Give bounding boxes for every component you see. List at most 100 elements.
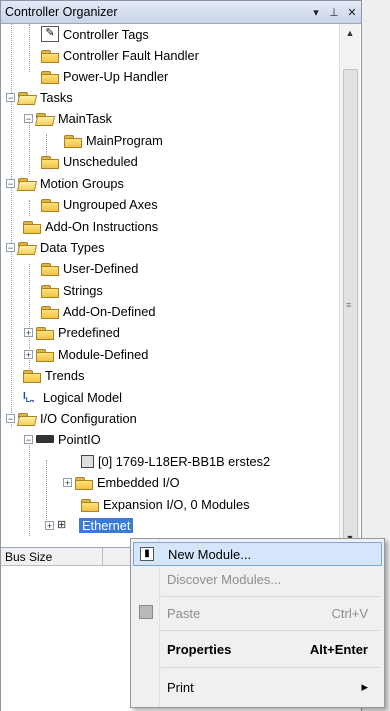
tree-item-ungrouped-axes[interactable]: Ungrouped Axes xyxy=(41,194,158,214)
folder-open-icon xyxy=(18,177,36,190)
menu-item-properties[interactable]: Properties Alt+Enter xyxy=(133,637,382,661)
folder-open-icon xyxy=(18,241,36,254)
tree-item-label: User-Defined xyxy=(63,260,139,276)
vertical-scrollbar[interactable]: ▲ ≡ ▼ xyxy=(339,24,360,556)
menu-item-new-module[interactable]: ▮ New Module... xyxy=(133,542,382,566)
tree-item-data-types[interactable]: − Data Types xyxy=(6,237,105,257)
tree-item-label: Power-Up Handler xyxy=(63,68,169,84)
folder-icon xyxy=(81,498,99,512)
folder-icon xyxy=(41,70,59,84)
tree-item-motion-groups[interactable]: − Motion Groups xyxy=(6,173,124,193)
tree-item-ethernet[interactable]: + ⊞ Ethernet xyxy=(45,515,135,535)
tree-item-trends[interactable]: Trends xyxy=(23,365,84,385)
tree-item-label: Data Types xyxy=(40,239,105,255)
network-icon: ⊞ xyxy=(57,519,67,531)
tree-item-label: MainTask xyxy=(58,110,113,126)
tree-item-power-up-handler[interactable]: Power-Up Handler xyxy=(41,66,168,86)
folder-icon xyxy=(75,476,93,490)
datatype-icon xyxy=(36,326,54,340)
panel-title: Controller Organizer xyxy=(5,5,118,19)
submenu-arrow-icon: ▸ xyxy=(361,679,368,694)
menu-separator xyxy=(161,630,380,631)
folder-open-icon xyxy=(18,91,36,104)
tree-item-strings[interactable]: Strings xyxy=(41,280,103,300)
tree-item-label: Module-Defined xyxy=(58,346,149,362)
tags-icon: ✎ xyxy=(41,26,59,42)
collapse-icon[interactable]: − xyxy=(6,242,15,252)
tree-item-embedded-io[interactable]: + Embedded I/O xyxy=(63,472,180,492)
collapse-icon[interactable]: − xyxy=(6,178,15,188)
tree-item-unscheduled[interactable]: Unscheduled xyxy=(41,151,138,171)
tree-item-maintask[interactable]: − MainTask xyxy=(24,108,112,128)
menu-item-print[interactable]: Print ▸ xyxy=(133,675,382,699)
collapse-icon[interactable]: − xyxy=(6,413,15,423)
folder-icon xyxy=(23,369,41,383)
new-module-icon: ▮ xyxy=(140,547,154,561)
panel-titlebar: Controller Organizer ▾ ⊥ ✕ xyxy=(1,1,361,24)
menu-item-label: New Module... xyxy=(168,546,252,562)
close-icon[interactable]: ✕ xyxy=(343,6,361,19)
tree-item-logical-model[interactable]: ILₘ Logical Model xyxy=(23,387,122,407)
dropdown-icon[interactable]: ▾ xyxy=(307,6,325,19)
tree-item-add-on-defined[interactable]: Add-On-Defined xyxy=(41,301,155,321)
menu-item-label: Paste xyxy=(167,605,201,621)
datatype-icon xyxy=(41,284,59,298)
menu-item-label: Properties xyxy=(167,641,232,657)
menu-separator xyxy=(161,667,380,668)
pin-icon[interactable]: ⊥ xyxy=(325,6,343,19)
tree-item-label: Strings xyxy=(63,282,103,298)
tree-item-label: Ungrouped Axes xyxy=(63,196,158,212)
tree-item-io-configuration[interactable]: − I/O Configuration xyxy=(6,408,137,428)
tree-item-user-defined[interactable]: User-Defined xyxy=(41,258,138,278)
tree-item-add-on-instructions[interactable]: Add-On Instructions xyxy=(23,216,158,236)
menu-item-shortcut: Ctrl+V xyxy=(331,605,368,621)
collapse-icon[interactable]: − xyxy=(24,434,33,444)
tree-item-label: Predefined xyxy=(58,324,120,340)
context-menu: ▮ New Module... Discover Modules... Past… xyxy=(130,538,385,708)
menu-item-discover-modules[interactable]: Discover Modules... xyxy=(133,567,382,591)
tree-item-label: Add-On-Defined xyxy=(63,303,156,319)
folder-icon xyxy=(41,49,59,63)
logical-model-icon: ILₘ xyxy=(23,391,35,404)
column-header-bus-size[interactable]: Bus Size xyxy=(1,548,103,566)
tree-item-label: I/O Configuration xyxy=(40,410,137,426)
menu-item-paste[interactable]: Paste Ctrl+V xyxy=(133,601,382,625)
tree-item-module-defined[interactable]: + Module-Defined xyxy=(24,344,148,364)
program-icon xyxy=(64,134,82,148)
expand-icon[interactable]: + xyxy=(24,349,33,359)
tree-item-predefined[interactable]: + Predefined xyxy=(24,322,120,342)
collapse-icon[interactable]: − xyxy=(6,92,15,102)
expand-icon[interactable]: + xyxy=(24,327,33,337)
menu-item-label: Discover Modules... xyxy=(167,571,282,587)
expand-icon[interactable]: + xyxy=(63,477,72,487)
tree-item-controller-module[interactable]: [0] 1769-L18ER-BB1B erstes2 xyxy=(81,451,270,471)
tree-item-label: Tasks xyxy=(40,89,73,105)
scroll-thumb[interactable]: ≡ xyxy=(343,69,358,556)
tree-item-label: MainProgram xyxy=(86,132,163,148)
tree-item-label: Unscheduled xyxy=(63,153,138,169)
menu-item-label: Print xyxy=(167,679,194,695)
folder-icon xyxy=(41,155,59,169)
tree-item-pointio[interactable]: − PointIO xyxy=(24,429,101,449)
tree-item-label: Embedded I/O xyxy=(97,474,180,490)
menu-item-shortcut: Alt+Enter xyxy=(309,641,368,657)
scroll-up-arrow-icon[interactable]: ▲ xyxy=(340,24,360,42)
tree-item-tasks[interactable]: − Tasks xyxy=(6,87,73,107)
tree-item-label: Ethernet xyxy=(77,516,135,534)
tree-item-label: Logical Model xyxy=(43,389,122,405)
tree-item-label: Add-On Instructions xyxy=(45,218,159,234)
tree-item-label: [0] 1769-L18ER-BB1B erstes2 xyxy=(98,453,271,469)
expand-icon[interactable]: + xyxy=(45,520,54,530)
tree-item-controller-tags[interactable]: ✎ Controller Tags xyxy=(41,24,149,44)
tree-item-mainprogram[interactable]: MainProgram xyxy=(64,130,163,150)
folder-icon xyxy=(41,198,59,212)
tree-item-controller-fault-handler[interactable]: Controller Fault Handler xyxy=(41,45,199,65)
tree-item-expansion-io[interactable]: Expansion I/O, 0 Modules xyxy=(81,494,250,514)
task-icon xyxy=(36,112,54,125)
rack-icon xyxy=(36,435,54,443)
grip-icon: ≡ xyxy=(346,300,352,310)
datatype-icon xyxy=(41,262,59,276)
organizer-tree[interactable]: ✎ Controller Tags Controller Fault Handl… xyxy=(1,24,338,544)
collapse-icon[interactable]: − xyxy=(24,113,33,123)
datatype-icon xyxy=(36,348,54,362)
